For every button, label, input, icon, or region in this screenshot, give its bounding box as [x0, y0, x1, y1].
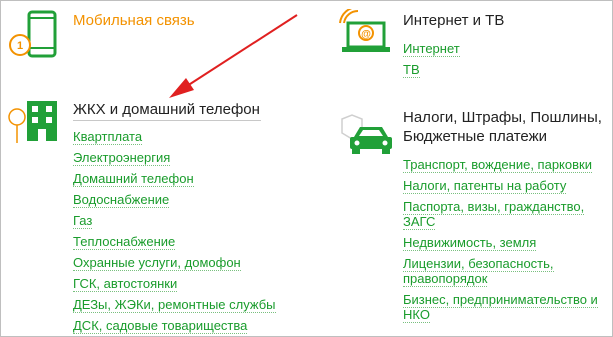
payments-categories-panel: 1 Мобильная связь @ Интернет и ТВ Интерн… — [0, 0, 613, 337]
red-arrow-annotation — [169, 14, 298, 98]
